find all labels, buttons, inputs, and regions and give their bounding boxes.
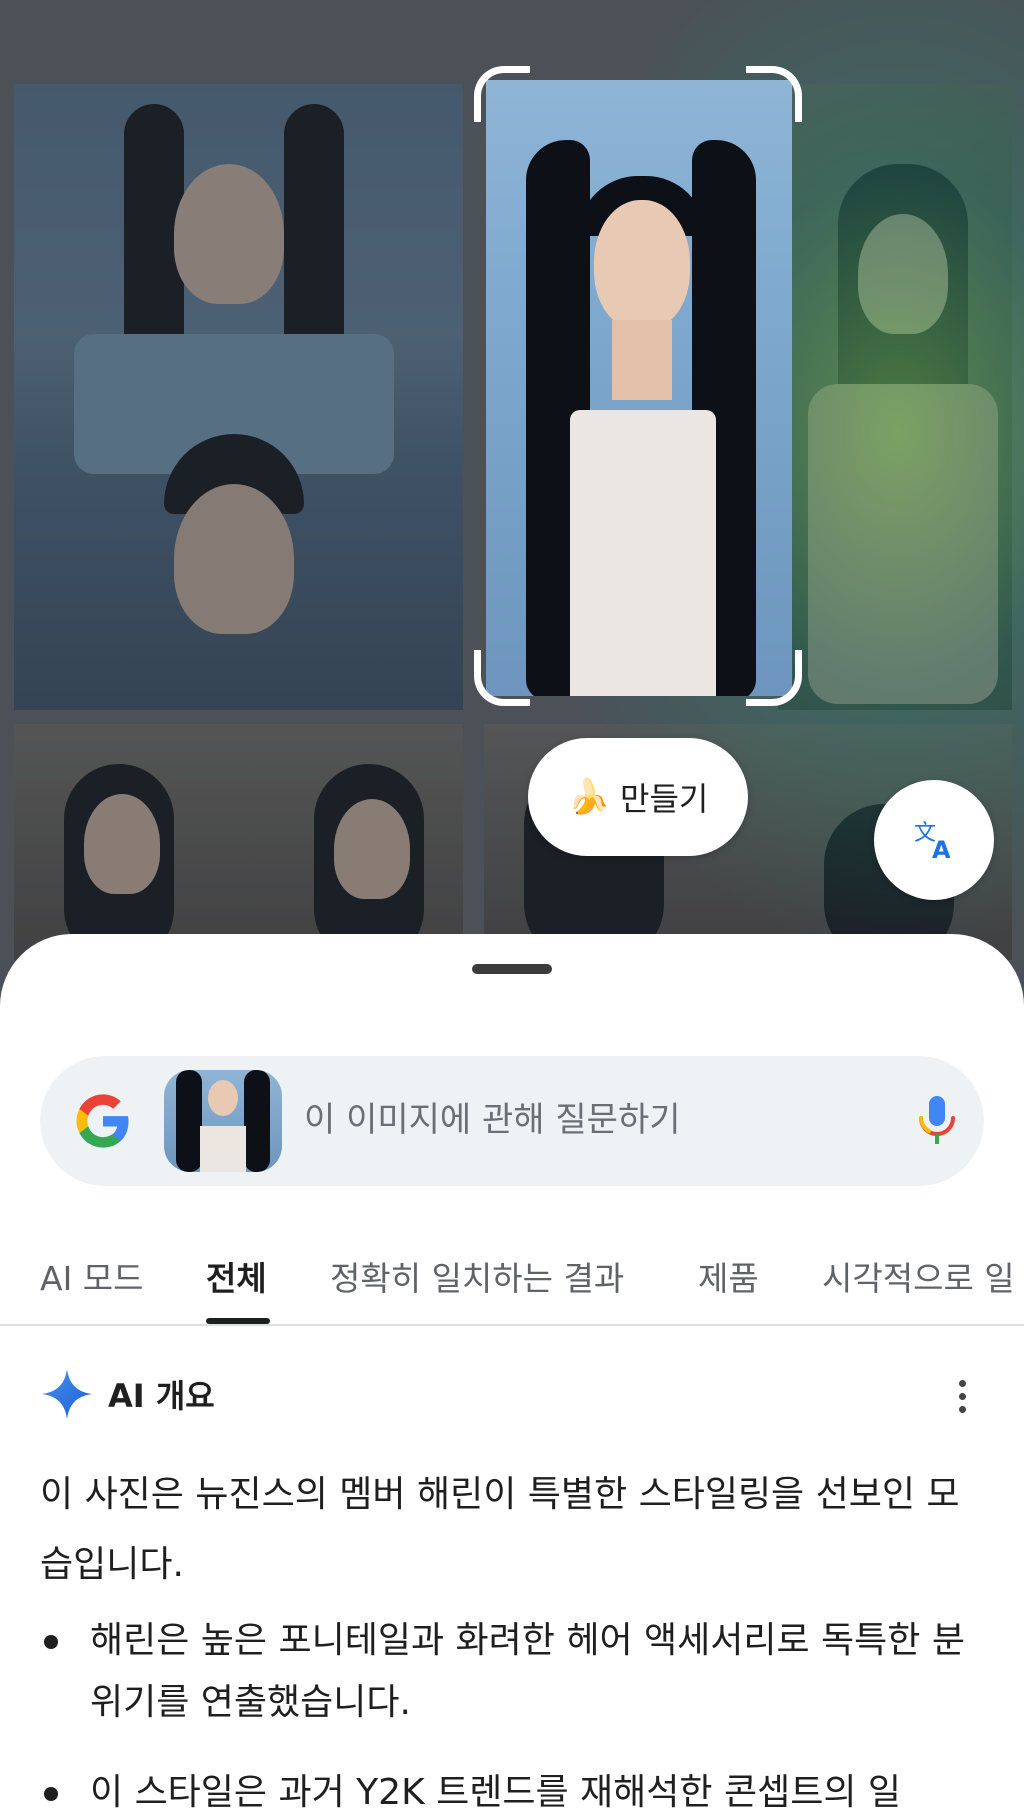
translate-icon: 文 A (914, 821, 951, 864)
google-g-icon (76, 1094, 129, 1148)
sheet-drag-handle[interactable] (472, 964, 552, 974)
ai-overview-summary: 이 사진은 뉴진스의 멤버 해린이 특별한 스타일링을 선보인 모습입니다. (40, 1474, 960, 1585)
banana-icon: 🍌 (567, 777, 610, 817)
create-button[interactable]: 🍌 만들기 (528, 738, 748, 856)
image-result-tile[interactable] (14, 84, 463, 710)
list-item: 이 스타일은 과거 Y2K 트렌드를 재해석한 콘셉트의 일 (40, 1762, 984, 1814)
crop-handle-top-left[interactable] (474, 66, 530, 122)
active-tab-indicator (206, 1318, 270, 1324)
ai-overview-header: AI 개요 (40, 1364, 215, 1424)
create-button-label: 만들기 (620, 780, 709, 818)
tab-visual-matches[interactable]: 시각적으로 일 (822, 1252, 1015, 1300)
more-options-button[interactable] (940, 1374, 984, 1418)
ai-overview-title: AI 개요 (108, 1377, 215, 1415)
tab-ai-mode[interactable]: AI 모드 (40, 1252, 144, 1300)
search-tabs: AI 모드 전체 정확히 일치하는 결과 제품 시각적으로 일 (0, 1236, 1024, 1326)
search-bar[interactable]: 이 이미지에 관해 질문하기 (40, 1056, 984, 1186)
tab-all[interactable]: 전체 (206, 1252, 267, 1300)
crop-handle-top-right[interactable] (746, 66, 802, 122)
results-bottom-sheet: 이 이미지에 관해 질문하기 AI 모드 전체 정확히 일치하는 결과 제품 시… (0, 934, 1024, 1814)
selected-image-crop[interactable] (486, 80, 792, 696)
image-result-tile[interactable] (14, 724, 463, 960)
ai-overview-bullets: 해린은 높은 포니테일과 화려한 헤어 액세서리로 독특한 분위기를 연출했습니… (40, 1610, 984, 1814)
mic-icon[interactable] (902, 1086, 972, 1156)
sparkle-icon (42, 1369, 92, 1419)
query-image-thumbnail[interactable] (164, 1070, 282, 1172)
image-results-background (0, 0, 1024, 960)
tab-products[interactable]: 제품 (698, 1252, 759, 1300)
more-vert-icon (958, 1379, 966, 1387)
crop-handle-bottom-left[interactable] (474, 650, 530, 706)
tab-exact-matches[interactable]: 정확히 일치하는 결과 (330, 1252, 624, 1300)
translate-button[interactable]: 文 A (874, 780, 994, 900)
list-item: 해린은 높은 포니테일과 화려한 헤어 액세서리로 독특한 분위기를 연출했습니… (40, 1610, 984, 1734)
svg-text:A: A (932, 836, 951, 864)
search-input[interactable]: 이 이미지에 관해 질문하기 (304, 1092, 681, 1141)
